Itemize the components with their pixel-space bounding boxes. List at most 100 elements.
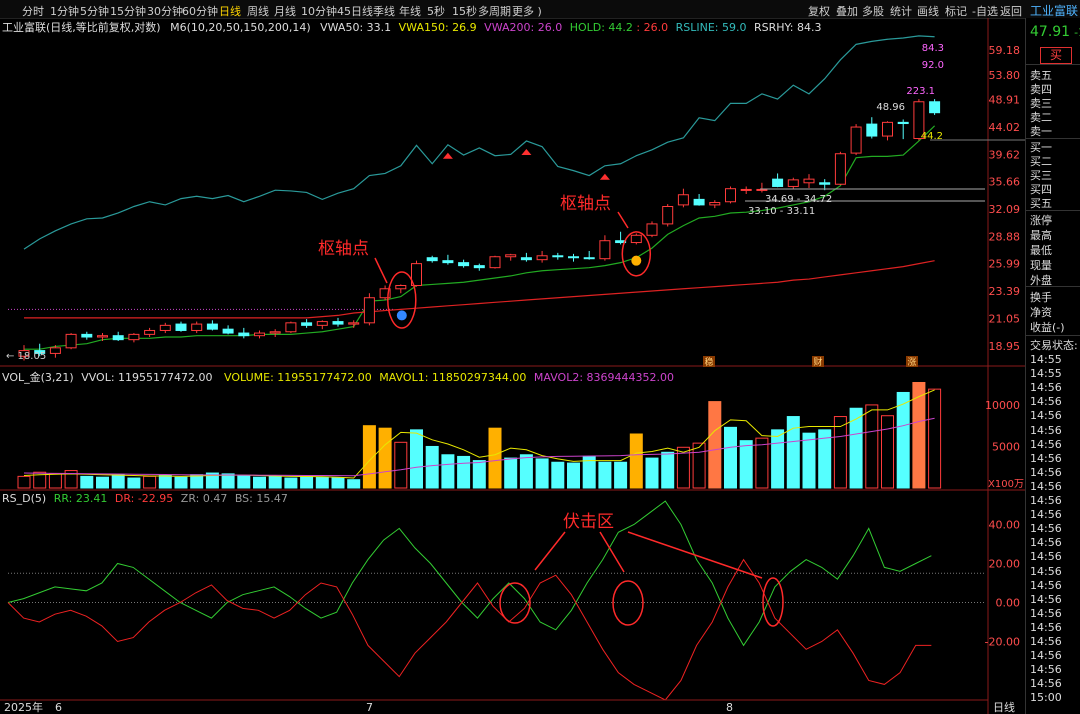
- candle-body: [536, 255, 548, 261]
- candle-body: [112, 335, 124, 341]
- volume-bar: [614, 461, 628, 489]
- main-legend-indicator[interactable]: M6(10,20,50,150,200,14): [170, 21, 311, 34]
- candle-body: [238, 332, 250, 337]
- ambush-arrow: [599, 531, 625, 573]
- rs-legend: RS_D(5) RR: 23.41 DR: -22.95 ZR: 0.47 BS…: [2, 492, 288, 505]
- candle-body: [599, 240, 611, 260]
- bs-label: BS: 15.47: [234, 492, 288, 505]
- volume-bar: [865, 404, 879, 489]
- volume-tick: 10000: [985, 399, 1020, 412]
- pivot-label: 枢轴点: [318, 239, 369, 259]
- candle-body: [552, 255, 564, 258]
- volume-bar: [457, 455, 471, 489]
- vol-legend-title[interactable]: VOL_金(3,21): [2, 371, 74, 384]
- quote-divider: [1025, 286, 1080, 287]
- tick-time: 14:55: [1030, 353, 1062, 366]
- date-tick: 7: [366, 701, 373, 714]
- tick-time: 14:56: [1030, 508, 1062, 522]
- range-label: 33.10 - 33.11: [748, 206, 815, 217]
- volume-bar: [378, 427, 392, 489]
- volume-bar: [692, 442, 706, 489]
- tick-time: 14:56: [1030, 395, 1062, 409]
- date-tick: 6: [55, 701, 62, 714]
- date-unit: 日线: [993, 700, 1015, 714]
- vvol-label: VVOL: 11955177472.00: [81, 371, 213, 384]
- candle-body: [254, 332, 265, 337]
- candle-body: [709, 202, 721, 206]
- volume-bar: [629, 433, 643, 489]
- tick-time: 14:56: [1030, 635, 1062, 648]
- rs-tick: 0.00: [996, 597, 1021, 610]
- price-tick: 59.18: [989, 44, 1021, 57]
- ask-level: 卖一: [1030, 125, 1052, 138]
- volume-bar: [158, 475, 172, 489]
- candle-body: [316, 321, 328, 326]
- quote-stat: 换手: [1030, 291, 1052, 304]
- tick-time: 14:56: [1030, 536, 1062, 550]
- range-label: 34.69 - 34.72: [765, 194, 832, 205]
- hold-value-label: 44.2: [921, 131, 943, 142]
- candle-body: [897, 121, 909, 125]
- kline-chart: 59.18 53.80 48.91 44.02 39.62 35.66 32.09 28.88…: [0, 18, 1025, 714]
- volume-bar: [928, 388, 942, 489]
- tick-time: 14:56: [1030, 437, 1062, 451]
- vwa200-label: VWA200: 26.0: [484, 21, 563, 34]
- candle-body: [395, 285, 407, 290]
- rr-label: RR: 23.41: [53, 492, 108, 505]
- main-legend: 工业富联(日线,等比前复权,对数) M6(10,20,50,150,200,14…: [2, 19, 822, 35]
- candle-body: [206, 323, 218, 330]
- volume-bar: [331, 477, 345, 489]
- volume-bar: [881, 415, 894, 489]
- rs-legend-title[interactable]: RS_D(5): [2, 492, 46, 505]
- dr-label: DR: -22.95: [114, 492, 174, 505]
- candle-body: [191, 323, 203, 331]
- zr-label: ZR: 0.47: [180, 492, 228, 505]
- volume-unit: X100万: [988, 479, 1024, 490]
- rs-panel: [7, 500, 985, 701]
- price-panel: [8, 35, 1025, 361]
- mavol1-label: MAVOL1: 11850297344.00: [379, 371, 527, 384]
- price-tick: 35.66: [989, 176, 1021, 189]
- vol-legend: VOL_金(3,21) VVOL: 11955177472.00 VOLUME:…: [2, 369, 674, 385]
- tick-time: 14:56: [1030, 550, 1062, 564]
- volume-bar: [174, 476, 188, 489]
- date-tick: 8: [726, 701, 733, 714]
- quote-divider: [1025, 64, 1080, 65]
- candle-body: [646, 223, 658, 236]
- volume-bar: [221, 473, 235, 489]
- price-tick: 25.99: [989, 258, 1021, 271]
- volume-bar: [833, 416, 847, 489]
- candle-body: [363, 297, 375, 324]
- candle-body: [505, 254, 517, 258]
- rs-high-marker: [521, 148, 532, 155]
- candle-body: [520, 257, 532, 261]
- volume-bar: [190, 474, 204, 489]
- tick-time: 14:55: [1030, 367, 1062, 381]
- rsrhy-label: RSRHY: 84.3: [754, 21, 822, 34]
- candle-body: [662, 206, 674, 225]
- vwa50-label: VWA50: 33.1: [320, 21, 392, 34]
- candle-body: [97, 335, 108, 338]
- volume-bar: [143, 475, 157, 489]
- stock-price: 47.91-1: [1030, 24, 1080, 40]
- stock-name[interactable]: 工业富联: [1030, 2, 1078, 19]
- candle-body: [65, 333, 77, 349]
- candle-body: [81, 333, 93, 338]
- buy-button[interactable]: 买: [1040, 47, 1072, 64]
- change-value: -1: [1074, 26, 1080, 39]
- pivot-label: 枢轴点: [560, 194, 611, 214]
- volume-bar: [300, 475, 314, 489]
- candle-body: [269, 331, 281, 334]
- volume-bar: [771, 429, 785, 489]
- value-label: 223.1: [906, 86, 935, 97]
- ambush-arrow: [627, 531, 763, 579]
- vwa150-label: VWA150: 26.9: [398, 21, 477, 34]
- price-tick: 18.95: [989, 340, 1021, 353]
- candle-body: [301, 322, 313, 326]
- event-badge-label: 财: [813, 356, 822, 368]
- quote-stat: 收益(-): [1030, 321, 1065, 334]
- candle-body: [850, 126, 862, 154]
- rs-tick: 20.00: [989, 558, 1021, 571]
- volume-bar: [347, 479, 361, 489]
- price-tick: 53.80: [989, 69, 1021, 82]
